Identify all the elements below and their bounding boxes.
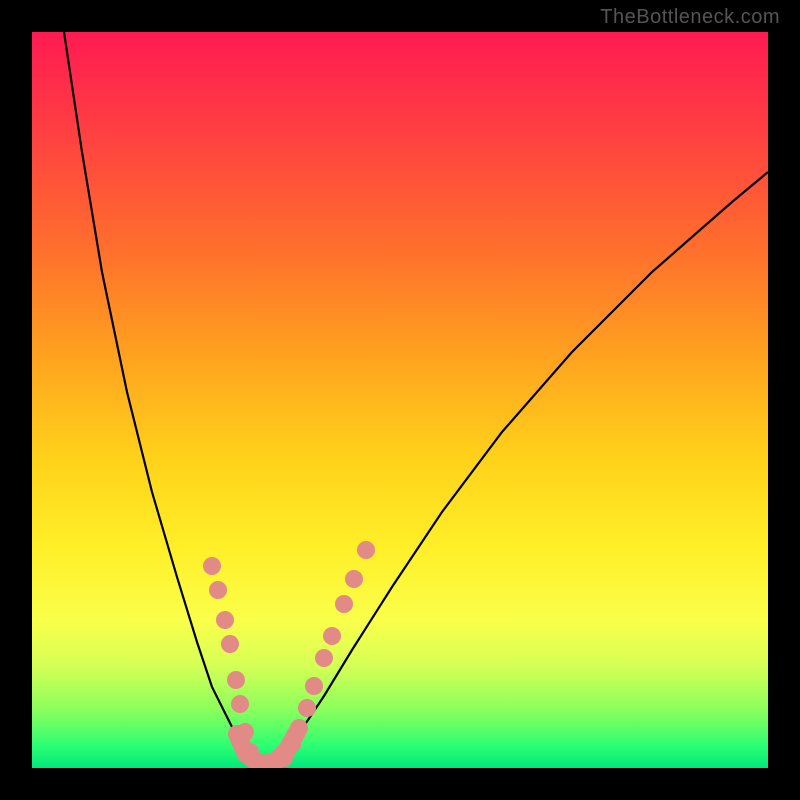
marker-dot [227,671,245,689]
left-branch-curve [64,32,262,766]
marker-dot [236,723,254,741]
marker-dot [298,699,316,717]
outer-black-frame: TheBottleneck.com [0,0,800,800]
marker-dot [203,557,221,575]
marker-dot [323,627,341,645]
marker-dot [290,719,308,737]
curve-layer [64,32,768,766]
marker-dot [231,695,249,713]
marker-dot [216,611,234,629]
chart-svg [32,32,768,768]
marker-dot [221,635,239,653]
marker-dot [305,677,323,695]
marker-dot [345,570,363,588]
marker-dot [283,735,301,753]
marker-dot [357,541,375,559]
marker-dot [335,595,353,613]
watermark-text: TheBottleneck.com [600,6,780,29]
marker-dot [209,581,227,599]
right-branch-curve [262,172,768,766]
marker-dot [315,649,333,667]
plot-area [32,32,768,768]
